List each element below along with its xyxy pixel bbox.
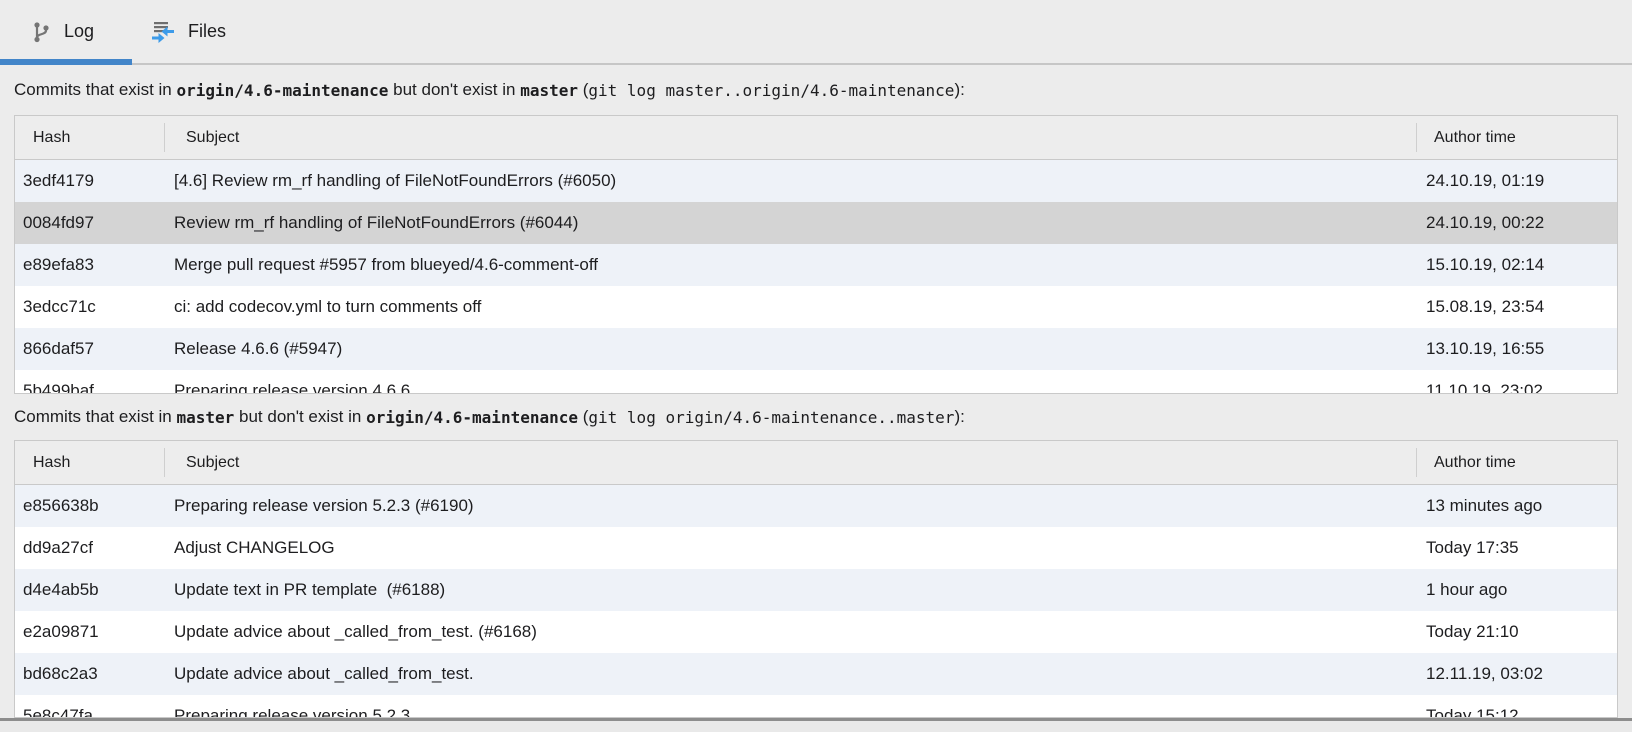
commit-hash: 866daf57 <box>15 339 164 359</box>
commit-subject: Review rm_rf handling of FileNotFoundErr… <box>164 213 1416 233</box>
column-header-subject[interactable]: Subject <box>164 116 1416 159</box>
commit-author-time: 24.10.19, 01:19 <box>1416 171 1617 191</box>
column-header-author-time[interactable]: Author time <box>1416 116 1617 159</box>
table-row[interactable]: 866daf57 Release 4.6.6 (#5947) 13.10.19,… <box>15 328 1617 370</box>
table-row[interactable]: 5e8c47fa Preparing release version 5.2.3… <box>15 695 1617 718</box>
commit-subject: [4.6] Review rm_rf handling of FileNotFo… <box>164 171 1416 191</box>
commit-author-time: Today 17:35 <box>1416 538 1617 558</box>
column-header-hash[interactable]: Hash <box>15 441 164 484</box>
commit-hash: 5b499baf <box>15 381 164 394</box>
commit-subject: Update advice about _called_from_test. (… <box>164 622 1416 642</box>
commit-author-time: 11.10.19, 23:02 <box>1416 381 1617 394</box>
commit-hash: bd68c2a3 <box>15 664 164 684</box>
column-header-author-time[interactable]: Author time <box>1416 441 1617 484</box>
git-command: git log master..origin/4.6-maintenance <box>588 81 954 100</box>
commit-author-time: 24.10.19, 00:22 <box>1416 213 1617 233</box>
desc-text: ): <box>954 407 964 427</box>
desc-text: Commits that exist in <box>14 80 177 100</box>
desc-text: ( <box>578 407 588 427</box>
desc-text: but don't exist in <box>388 80 520 100</box>
commits-table-maintenance[interactable]: Hash Subject Author time 3edf4179 [4.6] … <box>14 115 1618 394</box>
commit-hash: 3edf4179 <box>15 171 164 191</box>
table-header: Hash Subject Author time <box>15 441 1617 485</box>
active-tab-indicator <box>0 59 132 65</box>
desc-text: ( <box>578 80 588 100</box>
commit-hash: 3edcc71c <box>15 297 164 317</box>
table-row[interactable]: d4e4ab5b Update text in PR template (#61… <box>15 569 1617 611</box>
commit-subject: Preparing release version 4.6.6 <box>164 381 1416 394</box>
commit-author-time: 15.10.19, 02:14 <box>1416 255 1617 275</box>
git-branch-icon <box>30 20 52 44</box>
commit-hash: d4e4ab5b <box>15 580 164 600</box>
commit-subject: Adjust CHANGELOG <box>164 538 1416 558</box>
tab-label: Log <box>64 21 94 42</box>
commit-subject: ci: add codecov.yml to turn comments off <box>164 297 1416 317</box>
table-row[interactable]: e2a09871 Update advice about _called_fro… <box>15 611 1617 653</box>
commit-hash: e89efa83 <box>15 255 164 275</box>
table-body: 3edf4179 [4.6] Review rm_rf handling of … <box>15 160 1617 394</box>
table-row[interactable]: 5b499baf Preparing release version 4.6.6… <box>15 370 1617 394</box>
section-description-behind: Commits that exist in master but don't e… <box>0 394 1632 440</box>
commit-author-time: 13.10.19, 16:55 <box>1416 339 1617 359</box>
table-row[interactable]: dd9a27cf Adjust CHANGELOG Today 17:35 <box>15 527 1617 569</box>
table-row[interactable]: 3edcc71c ci: add codecov.yml to turn com… <box>15 286 1617 328</box>
tab-bar: Log Files <box>0 0 1632 65</box>
tab-label: Files <box>188 21 226 42</box>
table-header: Hash Subject Author time <box>15 116 1617 160</box>
desc-text: Commits that exist in <box>14 407 177 427</box>
branch-name: origin/4.6-maintenance <box>177 81 389 100</box>
commit-hash: dd9a27cf <box>15 538 164 558</box>
git-command: git log origin/4.6-maintenance..master <box>588 408 954 427</box>
commits-table-master[interactable]: Hash Subject Author time e856638b Prepar… <box>14 440 1618 718</box>
branch-name: origin/4.6-maintenance <box>366 408 578 427</box>
branch-name: master <box>177 408 235 427</box>
tab-log[interactable]: Log <box>0 0 132 63</box>
table-row[interactable]: 0084fd97 Review rm_rf handling of FileNo… <box>15 202 1617 244</box>
commit-author-time: 12.11.19, 03:02 <box>1416 664 1617 684</box>
commit-author-time: 15.08.19, 23:54 <box>1416 297 1617 317</box>
table-body: e856638b Preparing release version 5.2.3… <box>15 485 1617 718</box>
compare-files-icon <box>150 19 176 45</box>
commit-subject: Release 4.6.6 (#5947) <box>164 339 1416 359</box>
commit-subject: Merge pull request #5957 from blueyed/4.… <box>164 255 1416 275</box>
desc-text: ): <box>954 80 964 100</box>
tab-files[interactable]: Files <box>132 0 250 63</box>
commit-hash: e2a09871 <box>15 622 164 642</box>
commit-author-time: Today 21:10 <box>1416 622 1617 642</box>
commit-subject: Update advice about _called_from_test. <box>164 664 1416 684</box>
bottom-strip <box>0 721 1632 732</box>
commit-subject: Preparing release version 5.2.3 (#6190) <box>164 496 1416 516</box>
commit-subject: Update text in PR template (#6188) <box>164 580 1416 600</box>
table-row[interactable]: bd68c2a3 Update advice about _called_fro… <box>15 653 1617 695</box>
desc-text: but don't exist in <box>234 407 366 427</box>
commit-hash: 0084fd97 <box>15 213 164 233</box>
commit-author-time: 1 hour ago <box>1416 580 1617 600</box>
section-description-ahead: Commits that exist in origin/4.6-mainten… <box>0 65 1632 115</box>
commit-hash: e856638b <box>15 496 164 516</box>
commit-author-time: 13 minutes ago <box>1416 496 1617 516</box>
column-header-hash[interactable]: Hash <box>15 116 164 159</box>
table-row[interactable]: e89efa83 Merge pull request #5957 from b… <box>15 244 1617 286</box>
branch-name: master <box>520 81 578 100</box>
table-row[interactable]: 3edf4179 [4.6] Review rm_rf handling of … <box>15 160 1617 202</box>
commit-author-time: Today 15:12 <box>1416 706 1617 718</box>
commit-hash: 5e8c47fa <box>15 706 164 718</box>
commit-subject: Preparing release version 5.2.3 <box>164 706 1416 718</box>
column-header-subject[interactable]: Subject <box>164 441 1416 484</box>
table-row[interactable]: e856638b Preparing release version 5.2.3… <box>15 485 1617 527</box>
